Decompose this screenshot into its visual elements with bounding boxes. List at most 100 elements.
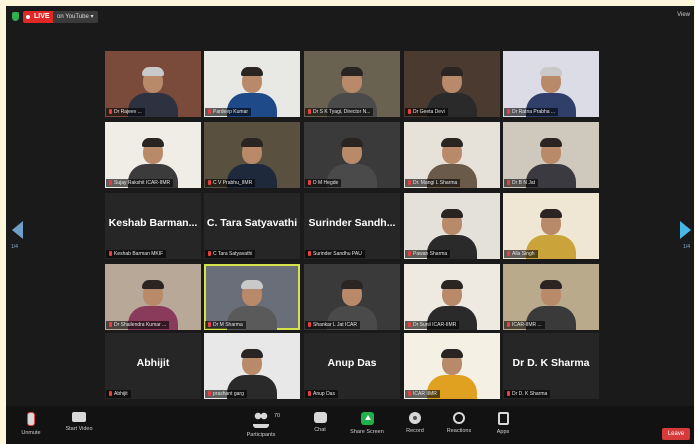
participant-display-name: Keshab Barman... bbox=[108, 217, 198, 229]
muted-mic-icon bbox=[507, 251, 510, 256]
participant-name-caption: Abhijit bbox=[106, 390, 131, 398]
participant-name: Pawan Sharma bbox=[413, 251, 448, 257]
muted-mic-icon bbox=[408, 180, 411, 185]
next-page-arrow-icon[interactable] bbox=[680, 221, 691, 239]
participant-tile[interactable]: Shankar L Jat ICAR bbox=[304, 264, 400, 330]
security-shield-icon[interactable] bbox=[12, 12, 19, 21]
muted-mic-icon bbox=[308, 251, 311, 256]
muted-mic-icon bbox=[109, 391, 112, 396]
participant-display-name: Surinder Sandh... bbox=[308, 217, 396, 229]
view-button[interactable]: View bbox=[677, 12, 690, 18]
participant-tile[interactable]: Anup Das Anup Das bbox=[304, 333, 400, 399]
participant-tile[interactable]: Sujay Rakshit ICAR-IIMR bbox=[105, 122, 201, 188]
participant-name: Shankar L Jat ICAR bbox=[313, 322, 358, 328]
participant-tile[interactable]: Pardeep Kumar bbox=[204, 51, 300, 117]
muted-mic-icon bbox=[208, 391, 211, 396]
record-icon bbox=[409, 412, 421, 424]
participant-tile[interactable]: Abhijit Abhijit bbox=[105, 333, 201, 399]
apps-button[interactable]: Apps bbox=[480, 412, 526, 435]
muted-mic-icon bbox=[208, 109, 211, 114]
apps-label: Apps bbox=[496, 429, 510, 435]
youtube-stream-dropdown[interactable]: on YouTube ▾ bbox=[53, 11, 98, 23]
apps-icon bbox=[497, 412, 509, 425]
participant-tile[interactable]: ICAR IIMR bbox=[404, 333, 500, 399]
share-screen-label: Share Screen bbox=[350, 429, 384, 435]
participant-name: Dr Geeta Devi bbox=[413, 109, 445, 115]
muted-mic-icon bbox=[507, 391, 510, 396]
zoom-meeting-window: LIVE on YouTube ▾ View Dr Rajeev ... Pard… bbox=[6, 6, 694, 444]
participant-tile[interactable]: Dr Sunil ICAR-IIMR bbox=[404, 264, 500, 330]
participant-tile[interactable]: C V Prabhu_IIMR bbox=[204, 122, 300, 188]
leave-button[interactable]: Leave bbox=[662, 428, 690, 440]
participant-name-caption: Dr B N Jat bbox=[504, 179, 539, 187]
participant-name: prashant garg bbox=[213, 391, 244, 397]
participant-tile[interactable]: Alla Singh bbox=[503, 193, 599, 259]
participant-name: Anup Das bbox=[313, 391, 335, 397]
participant-tile[interactable]: prashant garg bbox=[204, 333, 300, 399]
share-screen-icon bbox=[360, 412, 374, 425]
participant-name: Sujay Rakshit ICAR-IIMR bbox=[114, 180, 171, 186]
record-label: Record bbox=[406, 428, 424, 434]
participant-name: Pardeep Kumar bbox=[213, 109, 249, 115]
unmute-button[interactable]: Unmute bbox=[8, 412, 54, 436]
participant-tile[interactable]: ICAR-IIMR ... bbox=[503, 264, 599, 330]
participant-name: Dr S K Tyagi, Director N... bbox=[313, 109, 371, 115]
chat-button[interactable]: Chat bbox=[297, 412, 343, 433]
participant-name: Dr D. K Sharma bbox=[512, 391, 548, 397]
participant-name-caption: Dr D. K Sharma bbox=[504, 390, 551, 398]
record-button[interactable]: Record bbox=[392, 412, 438, 434]
reactions-button[interactable]: Reactions bbox=[436, 412, 482, 434]
participant-name-caption: Alla Singh bbox=[504, 250, 538, 258]
participant-name: Dr Shailendra Kumar ... bbox=[114, 322, 167, 328]
participant-tile[interactable]: Dr M Sharma bbox=[204, 264, 300, 330]
participant-tile[interactable]: Dr Rajeev ... bbox=[105, 51, 201, 117]
participant-tile[interactable]: Dr S K Tyagi, Director N... bbox=[304, 51, 400, 117]
participant-name: ICAR IIMR bbox=[413, 391, 437, 397]
participant-display-name: Abhijit bbox=[136, 357, 170, 369]
start-video-label: Start Video bbox=[65, 426, 93, 432]
previous-page-arrow-icon[interactable] bbox=[12, 221, 23, 239]
participant-name-caption: Dr. Mangi L Sharma bbox=[405, 179, 461, 187]
microphone-muted-icon bbox=[27, 412, 35, 426]
participant-tile[interactable]: Pawan Sharma bbox=[404, 193, 500, 259]
muted-mic-icon bbox=[408, 322, 411, 327]
participant-tile[interactable]: Keshab Barman... Keshab Barman MKIF bbox=[105, 193, 201, 259]
participant-name: Keshab Barman MKIF bbox=[114, 251, 164, 257]
participant-tile[interactable]: Dr Geeta Devi bbox=[404, 51, 500, 117]
participant-tile[interactable]: C. Tara Satyavathi C Tara Satyavathi bbox=[204, 193, 300, 259]
muted-mic-icon bbox=[507, 109, 510, 114]
muted-mic-icon bbox=[208, 251, 211, 256]
participant-name-caption: ICAR IIMR bbox=[405, 390, 440, 398]
participant-name: Dr Ratna Prabha ... bbox=[512, 109, 556, 115]
participant-tile[interactable]: Dr Shailendra Kumar ... bbox=[105, 264, 201, 330]
participant-name-caption: Pardeep Kumar bbox=[205, 108, 252, 116]
participant-name: C Tara Satyavathi bbox=[213, 251, 253, 257]
participant-display-name: Anup Das bbox=[327, 357, 377, 369]
participant-tile[interactable]: Dr Ratna Prabha ... bbox=[503, 51, 599, 117]
muted-mic-icon bbox=[308, 180, 311, 185]
muted-mic-icon bbox=[308, 322, 311, 327]
participant-name-caption: Dr M Sharma bbox=[205, 321, 246, 329]
participants-label: Participants bbox=[246, 432, 276, 438]
participant-name: Dr. Mangi L Sharma bbox=[413, 180, 458, 186]
muted-mic-icon bbox=[308, 109, 311, 114]
participant-display-name: C. Tara Satyavathi bbox=[206, 217, 298, 229]
participant-tile[interactable]: Surinder Sandh... Surinder Sandhu PAU bbox=[304, 193, 400, 259]
participant-name-caption: Dr Ratna Prabha ... bbox=[504, 108, 559, 116]
participant-name: Abhijit bbox=[114, 391, 128, 397]
participant-name-caption: Dr S K Tyagi, Director N... bbox=[305, 108, 374, 116]
participant-tile[interactable]: D M Hegde bbox=[304, 122, 400, 188]
participant-name-caption: Shankar L Jat ICAR bbox=[305, 321, 361, 329]
start-video-button[interactable]: Start Video bbox=[56, 412, 102, 432]
participant-name-caption: C V Prabhu_IIMR bbox=[205, 179, 256, 187]
live-badge[interactable]: LIVE bbox=[23, 11, 55, 23]
share-screen-button[interactable]: Share Screen bbox=[344, 412, 390, 435]
unmute-label: Unmute bbox=[21, 430, 41, 436]
participant-name-caption: Dr Rajeev ... bbox=[106, 108, 145, 116]
participant-tile[interactable]: Dr. Mangi L Sharma bbox=[404, 122, 500, 188]
muted-mic-icon bbox=[507, 180, 510, 185]
participant-tile[interactable]: Dr B N Jat bbox=[503, 122, 599, 188]
participant-tile[interactable]: Dr D. K Sharma Dr D. K Sharma bbox=[503, 333, 599, 399]
muted-mic-icon bbox=[109, 109, 112, 114]
participant-name: ICAR-IIMR ... bbox=[512, 322, 542, 328]
